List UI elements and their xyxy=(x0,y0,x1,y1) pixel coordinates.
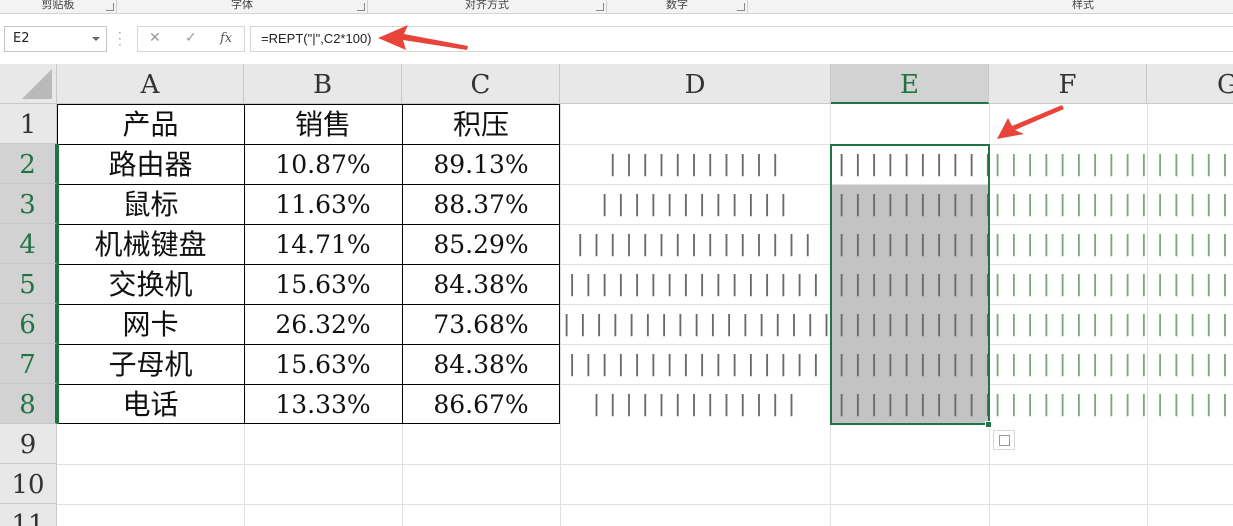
chevron-down-icon[interactable] xyxy=(92,37,100,41)
formula-buttons: ✕ ✓ fx xyxy=(137,26,245,52)
row-header-1[interactable]: 1 xyxy=(0,104,57,144)
alignment-launcher-icon[interactable] xyxy=(596,3,604,11)
sales-cell[interactable]: 26.32% xyxy=(244,304,402,344)
sales-bar-cell[interactable]: ||||||||||||| xyxy=(560,384,831,424)
fill-handle[interactable] xyxy=(985,421,992,428)
product-cell[interactable]: 交换机 xyxy=(57,264,244,304)
row-header-5[interactable]: 5 xyxy=(0,264,57,304)
sales-cell[interactable]: 13.33% xyxy=(244,384,402,424)
stock-cell[interactable]: 84.38% xyxy=(402,264,560,304)
row-header-8[interactable]: 8 xyxy=(0,384,57,424)
row-header-11[interactable]: 11 xyxy=(0,504,57,526)
cancel-icon[interactable]: ✕ xyxy=(149,30,161,46)
quick-analysis-icon[interactable] xyxy=(993,430,1015,450)
header-product[interactable]: 产品 xyxy=(57,104,244,144)
insert-function-icon[interactable]: fx xyxy=(220,31,232,46)
stock-cell[interactable]: 73.68% xyxy=(402,304,560,344)
sales-bar-cell[interactable]: |||||||||||||||| xyxy=(560,264,831,304)
sales-cell[interactable]: 15.63% xyxy=(244,344,402,384)
row-header-4[interactable]: 4 xyxy=(0,224,57,264)
stock-bar-overflow: ||||||||||||||||||||||||||||||||||||||||… xyxy=(991,352,1233,377)
product-cell[interactable]: 电话 xyxy=(57,384,244,424)
active-selection xyxy=(830,144,990,425)
column-header-b[interactable]: B xyxy=(244,64,402,104)
sales-bar-cell[interactable]: |||||||||||||||||||||||||| xyxy=(560,304,831,344)
row-header-2[interactable]: 2 xyxy=(0,144,57,184)
ribbon-group-labels: 剪贴板 字体 对齐方式 数字 样式 xyxy=(0,0,1233,14)
product-cell[interactable]: 子母机 xyxy=(57,344,244,384)
column-header-c[interactable]: C xyxy=(402,64,560,104)
sales-cell[interactable]: 15.63% xyxy=(244,264,402,304)
sales-bar-cell[interactable]: |||||||||||||||| xyxy=(560,344,831,384)
drag-handle-icon[interactable]: · · · xyxy=(118,27,122,51)
annotation-arrow-formula xyxy=(378,25,468,50)
name-box-value: E2 xyxy=(13,31,30,46)
stock-bar-overflow: ||||||||||||||||||||||||||||||||||||||||… xyxy=(991,392,1233,417)
row-header-10[interactable]: 10 xyxy=(0,464,57,504)
row-header-7[interactable]: 7 xyxy=(0,344,57,384)
product-cell[interactable]: 机械键盘 xyxy=(57,224,244,264)
clipboard-launcher-icon[interactable] xyxy=(106,3,114,11)
column-header-d[interactable]: D xyxy=(560,64,831,104)
sales-cell[interactable]: 11.63% xyxy=(244,184,402,224)
ribbon-group-alignment-label: 对齐方式 xyxy=(465,0,509,11)
product-cell[interactable]: 路由器 xyxy=(57,144,244,184)
select-all-button[interactable] xyxy=(0,64,57,104)
sales-bar-cell[interactable]: |||||||||||| xyxy=(560,184,831,224)
stock-cell[interactable]: 88.37% xyxy=(402,184,560,224)
stock-cell[interactable]: 84.38% xyxy=(402,344,560,384)
enter-icon[interactable]: ✓ xyxy=(185,30,197,46)
ribbon-group-font: 字体 xyxy=(117,0,367,14)
product-cell[interactable]: 网卡 xyxy=(57,304,244,344)
ribbon-group-clipboard: 剪贴板 xyxy=(0,0,116,14)
column-header-f[interactable]: F xyxy=(989,64,1147,104)
ribbon-group-styles-label: 样式 xyxy=(1072,0,1094,11)
stock-bar-overflow: ||||||||||||||||||||||||||||||||||||||||… xyxy=(991,192,1233,217)
font-launcher-icon[interactable] xyxy=(357,3,365,11)
formula-bar: E2 · · · ✕ ✓ fx =REPT("|",C2*100) xyxy=(0,14,1233,64)
stock-bar-overflow: ||||||||||||||||||||||||||||||||||||||||… xyxy=(991,232,1233,257)
row-header-6[interactable]: 6 xyxy=(0,304,57,344)
row-header-3[interactable]: 3 xyxy=(0,184,57,224)
ribbon-group-number-label: 数字 xyxy=(666,0,688,11)
header-stock[interactable]: 积压 xyxy=(402,104,560,144)
ribbon-group-alignment: 对齐方式 xyxy=(368,0,606,14)
name-box[interactable]: E2 xyxy=(4,26,107,52)
annotation-arrow-cell xyxy=(997,105,1064,139)
stock-bar-overflow: ||||||||||||||||||||||||||||||||||||||||… xyxy=(991,272,1233,297)
sales-cell[interactable]: 14.71% xyxy=(244,224,402,264)
ribbon-group-clipboard-label: 剪贴板 xyxy=(41,0,75,11)
stock-bar-overflow: ||||||||||||||||||||||||||||||||||||||||… xyxy=(991,152,1233,177)
ribbon-group-font-label: 字体 xyxy=(231,0,253,11)
stock-cell[interactable]: 85.29% xyxy=(402,224,560,264)
number-launcher-icon[interactable] xyxy=(737,3,745,11)
header-sales[interactable]: 销售 xyxy=(244,104,402,144)
ribbon-group-number: 数字 xyxy=(607,0,747,14)
column-header-e[interactable]: E xyxy=(831,64,989,104)
sales-bar-cell[interactable]: ||||||||||| xyxy=(560,144,831,184)
column-header-g[interactable]: G xyxy=(1147,64,1233,104)
spreadsheet-window: 剪贴板 字体 对齐方式 数字 样式 E2 · · · ✕ ✓ fx =REPT(… xyxy=(0,0,1233,526)
row-header-9[interactable]: 9 xyxy=(0,424,57,464)
column-header-a[interactable]: A xyxy=(57,64,244,104)
product-cell[interactable]: 鼠标 xyxy=(57,184,244,224)
stock-cell[interactable]: 86.67% xyxy=(402,384,560,424)
ribbon-group-styles: 样式 xyxy=(748,0,1233,14)
sales-cell[interactable]: 10.87% xyxy=(244,144,402,184)
stock-cell[interactable]: 89.13% xyxy=(402,144,560,184)
sales-bar-cell[interactable]: ||||||||||||||| xyxy=(560,224,831,264)
stock-bar-overflow: ||||||||||||||||||||||||||||||||||||||||… xyxy=(991,312,1233,337)
